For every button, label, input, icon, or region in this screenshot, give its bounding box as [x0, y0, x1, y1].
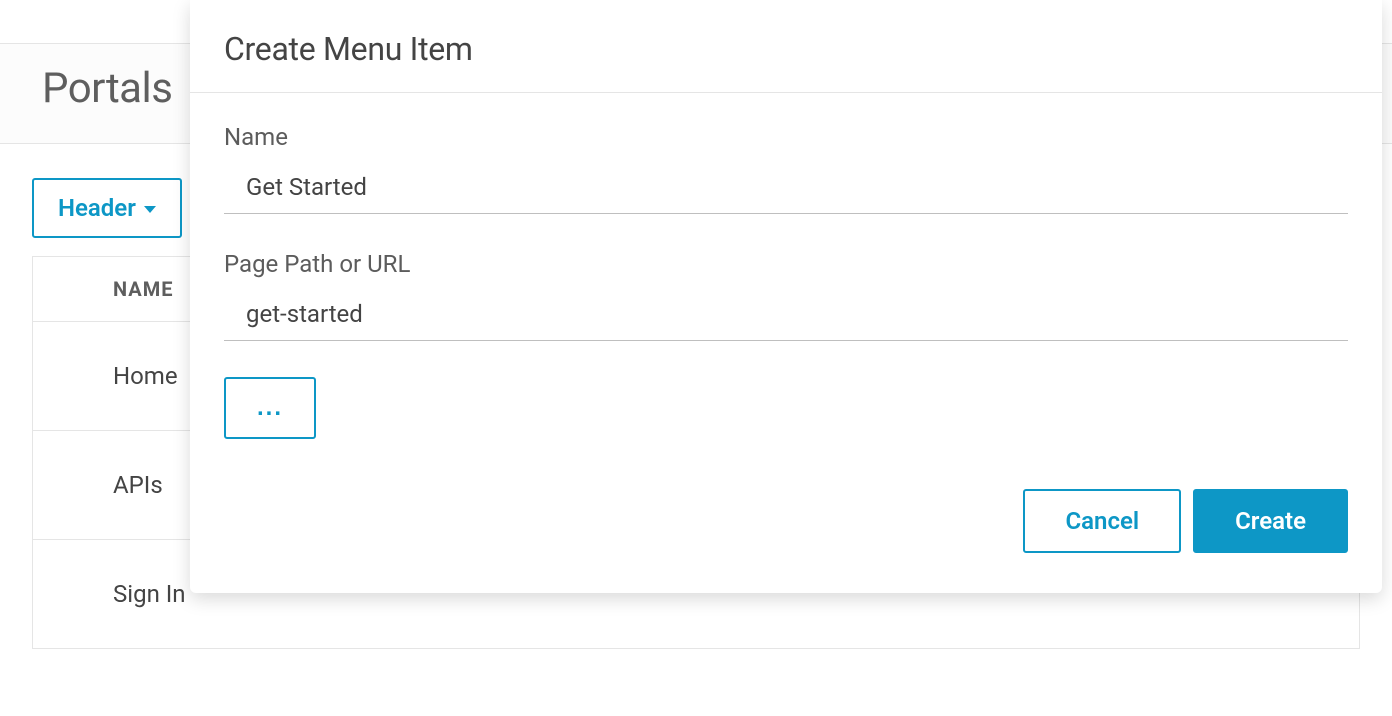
- header-dropdown-label: Header: [58, 194, 136, 222]
- modal-title: Create Menu Item: [224, 30, 1348, 68]
- header-dropdown[interactable]: Header: [32, 178, 182, 238]
- path-label: Page Path or URL: [224, 250, 1348, 278]
- create-button[interactable]: Create: [1193, 489, 1348, 553]
- modal-header: Create Menu Item: [190, 30, 1382, 93]
- more-options-button[interactable]: ...: [224, 377, 316, 439]
- create-menu-item-modal: Create Menu Item Name Page Path or URL .…: [190, 0, 1382, 593]
- modal-body: Name Page Path or URL ...: [190, 93, 1382, 439]
- cancel-button[interactable]: Cancel: [1023, 489, 1181, 553]
- name-input[interactable]: [224, 163, 1348, 214]
- modal-footer: Cancel Create: [190, 439, 1382, 553]
- path-input[interactable]: [224, 290, 1348, 341]
- name-form-group: Name: [224, 123, 1348, 214]
- name-label: Name: [224, 123, 1348, 151]
- path-form-group: Page Path or URL: [224, 250, 1348, 341]
- caret-down-icon: [144, 206, 156, 213]
